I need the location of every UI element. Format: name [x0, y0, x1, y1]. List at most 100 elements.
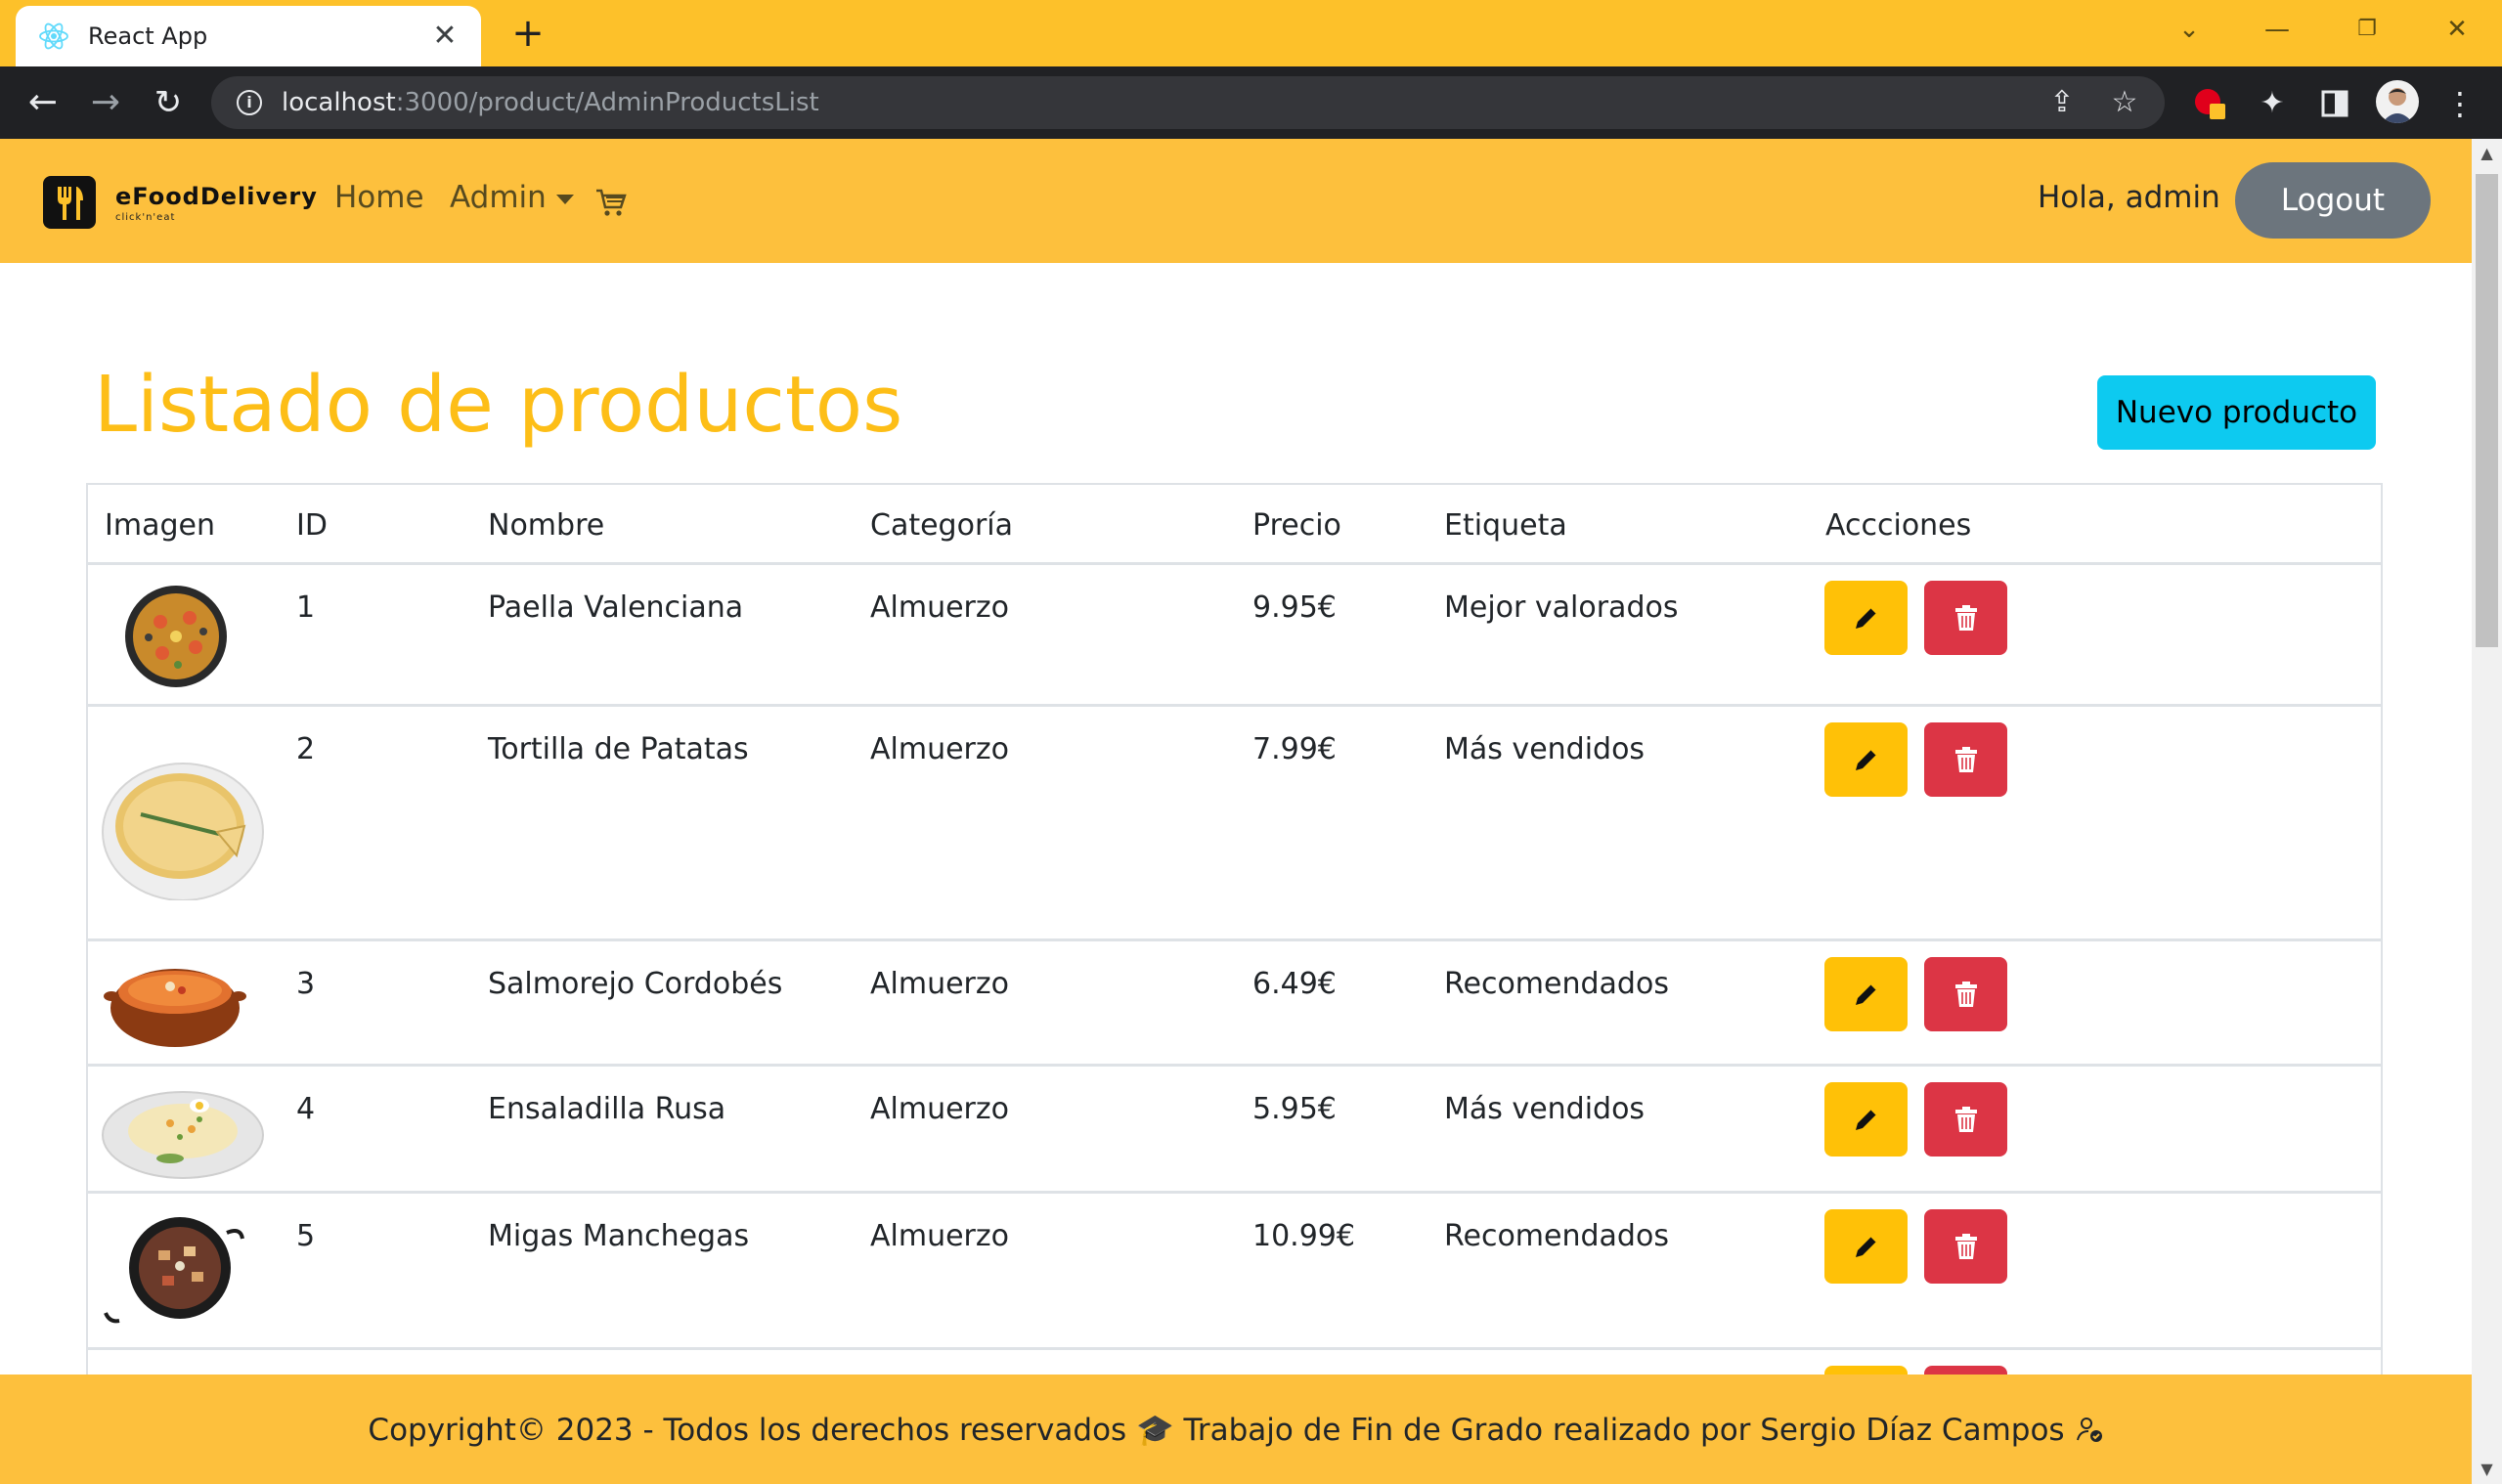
row-id: 5 [296, 1219, 316, 1253]
row-tag: Más vendidos [1444, 1092, 1646, 1126]
edit-button[interactable] [1824, 1209, 1908, 1284]
window-close-icon[interactable]: ✕ [2433, 8, 2481, 51]
new-product-button[interactable]: Nuevo producto [2097, 375, 2376, 450]
edit-button[interactable] [1824, 722, 1908, 797]
nav-home-link[interactable]: Home [334, 180, 424, 215]
table-row: 5 Migas Manchegas Almuerzo 10.99€ Recome… [88, 1194, 2381, 1350]
page-viewport: eFoodDelivery click'n'eat Home Admin Hol… [0, 139, 2472, 1484]
row-name: Tortilla de Patatas [488, 732, 749, 766]
trash-icon [1954, 982, 1977, 1007]
row-id: 2 [296, 732, 316, 766]
user-check-icon [2075, 1415, 2104, 1444]
row-tag: Mejor valorados [1444, 590, 1679, 625]
share-icon[interactable]: ⇪ [2045, 86, 2079, 119]
edit-button[interactable] [1824, 1082, 1908, 1157]
row-price: 5.95€ [1252, 1092, 1337, 1126]
react-icon [37, 20, 70, 53]
extension-badge-icon[interactable] [2188, 82, 2231, 125]
salmorejo-image [104, 969, 246, 1047]
pencil-icon [1855, 607, 1877, 629]
column-header-image: Imagen [105, 508, 215, 543]
row-price: 9.95€ [1252, 590, 1337, 625]
brand-tagline: click'n'eat [115, 211, 176, 223]
column-header-id: ID [296, 508, 328, 543]
trash-icon [1954, 1107, 1977, 1132]
extensions-puzzle-icon[interactable]: ✦ [2251, 82, 2294, 125]
row-tag: Recomendados [1444, 967, 1669, 1001]
delete-button[interactable] [1924, 722, 2007, 797]
row-name: Ensaladilla Rusa [488, 1092, 726, 1126]
migas-image [104, 1217, 244, 1324]
back-icon[interactable]: ← [22, 81, 65, 124]
delete-button[interactable] [1924, 581, 2007, 655]
row-id: 4 [296, 1092, 316, 1126]
row-tag: Recomendados [1444, 1219, 1669, 1253]
browser-tab[interactable]: React App ✕ [16, 6, 481, 66]
user-greeting: Hola, admin [2038, 180, 2220, 215]
page-footer: Copyright© 2023 - Todos los derechos res… [0, 1375, 2472, 1484]
tab-search-icon[interactable]: ⌄ [2165, 8, 2214, 51]
url-path: :3000/product/AdminProductsList [395, 88, 819, 117]
row-category: Almuerzo [870, 732, 1009, 766]
reload-icon[interactable]: ↻ [147, 81, 190, 124]
delete-button[interactable] [1924, 1209, 2007, 1284]
side-panel-icon[interactable] [2313, 82, 2356, 125]
brand-link[interactable]: eFoodDelivery click'n'eat [43, 176, 318, 229]
app-navbar: eFoodDelivery click'n'eat Home Admin Hol… [0, 139, 2472, 263]
row-price: 6.49€ [1252, 967, 1337, 1001]
bookmark-star-icon[interactable]: ☆ [2108, 86, 2141, 119]
cart-icon[interactable] [594, 186, 628, 219]
brand-name: eFoodDelivery [115, 182, 318, 210]
column-header-actions: Accciones [1825, 508, 1972, 543]
row-category: Almuerzo [870, 1092, 1009, 1126]
scrollbar-thumb[interactable] [2476, 174, 2498, 647]
forward-icon[interactable]: → [84, 81, 127, 124]
row-category: Almuerzo [870, 967, 1009, 1001]
trash-icon [1954, 605, 1977, 631]
row-price: 10.99€ [1252, 1219, 1355, 1253]
column-header-category: Categoría [870, 508, 1014, 543]
row-id: 3 [296, 967, 316, 1001]
nav-admin-dropdown[interactable]: Admin [450, 180, 574, 215]
row-tag: Más vendidos [1444, 732, 1646, 766]
edit-button[interactable] [1824, 957, 1908, 1031]
column-header-tag: Etiqueta [1444, 508, 1567, 543]
row-name: Paella Valenciana [488, 590, 744, 625]
logout-button[interactable]: Logout [2235, 162, 2431, 239]
delete-button[interactable] [1924, 1082, 2007, 1157]
caret-down-icon [555, 194, 574, 204]
tortilla-image [102, 763, 264, 900]
row-name: Migas Manchegas [488, 1219, 750, 1253]
paella-image [125, 586, 227, 687]
tab-title: React App [88, 22, 208, 50]
site-info-icon[interactable]: i [237, 90, 262, 115]
pencil-icon [1855, 1109, 1877, 1130]
menu-kebab-icon[interactable]: ⋮ [2438, 82, 2481, 125]
restore-icon[interactable]: ❐ [2343, 8, 2392, 51]
page-scrollbar[interactable]: ▲ ▼ [2472, 139, 2502, 1484]
row-name: Salmorejo Cordobés [488, 967, 783, 1001]
row-category: Almuerzo [870, 1219, 1009, 1253]
pencil-icon [1855, 1236, 1877, 1257]
table-header-row: Imagen ID Nombre Categoría Precio Etique… [88, 485, 2381, 565]
nav-admin-label: Admin [450, 180, 547, 215]
column-header-price: Precio [1252, 508, 1341, 543]
browser-tab-bar: React App ✕ + ⌄ — ❐ ✕ [0, 0, 2502, 66]
trash-icon [1954, 1234, 1977, 1259]
minimize-icon[interactable]: — [2253, 8, 2302, 51]
new-tab-icon[interactable]: + [508, 12, 548, 55]
ensaladilla-image [102, 1091, 264, 1179]
address-bar[interactable]: i localhost:3000/product/AdminProductsLi… [211, 76, 2165, 129]
row-id: 1 [296, 590, 316, 625]
delete-button[interactable] [1924, 957, 2007, 1031]
footer-copyright: Copyright© 2023 - Todos los derechos res… [368, 1412, 2065, 1448]
edit-button[interactable] [1824, 581, 1908, 655]
row-price: 7.99€ [1252, 732, 1337, 766]
scroll-down-icon[interactable]: ▼ [2472, 1455, 2502, 1484]
column-header-name: Nombre [488, 508, 605, 543]
profile-avatar[interactable] [2376, 80, 2419, 123]
row-category: Almuerzo [870, 590, 1009, 625]
scroll-up-icon[interactable]: ▲ [2472, 139, 2502, 168]
browser-toolbar: ← → ↻ i localhost:3000/product/AdminProd… [0, 66, 2502, 139]
tab-close-icon[interactable]: ✕ [428, 20, 461, 53]
